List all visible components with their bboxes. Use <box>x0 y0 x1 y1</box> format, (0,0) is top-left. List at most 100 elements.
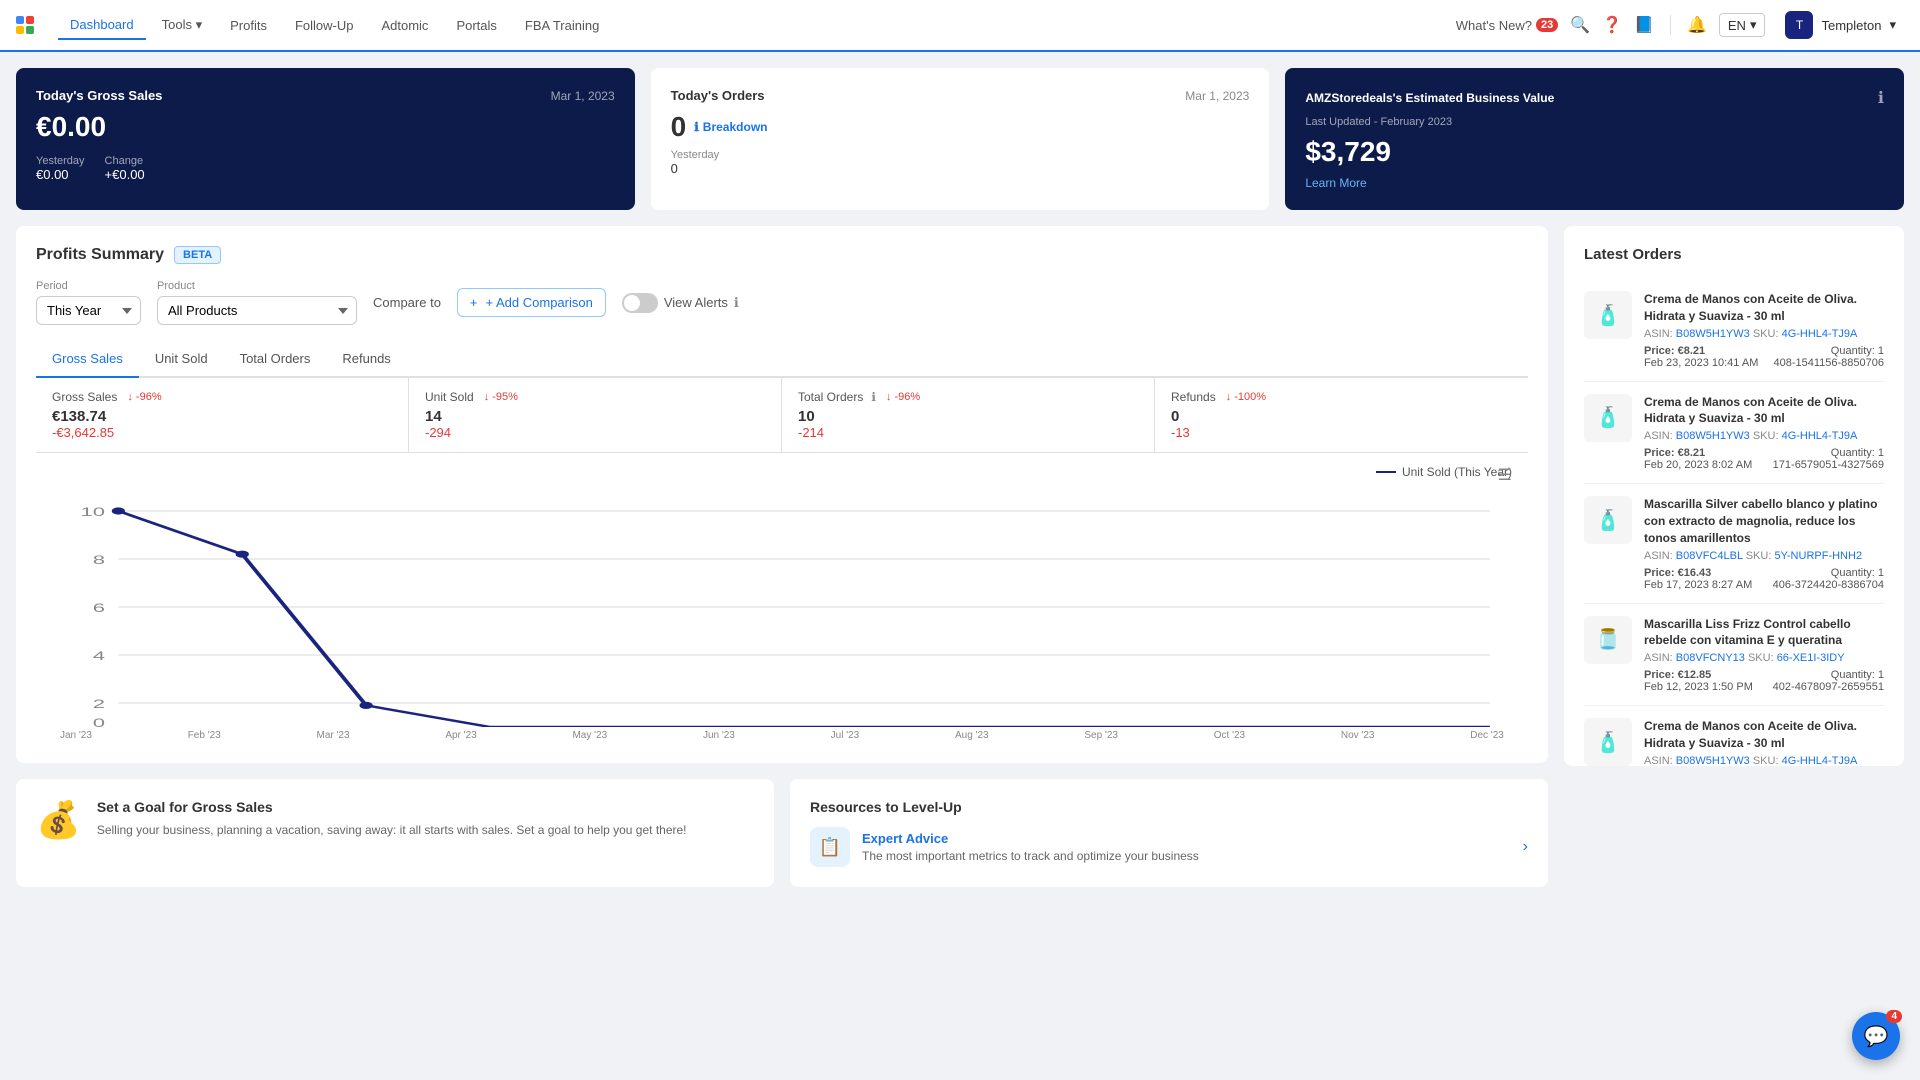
latest-orders-title: Latest Orders <box>1584 246 1884 263</box>
gross-sales-date: Mar 1, 2023 <box>551 89 615 103</box>
metrics-tabs: Gross Sales Unit Sold Total Orders Refun… <box>36 341 1528 378</box>
app-logo[interactable] <box>16 16 34 34</box>
goal-icon: 💰 <box>36 799 81 841</box>
asin-link-2[interactable]: B08W5H1YW3 <box>1676 430 1750 442</box>
top-navigation: Dashboard Tools ▾ Profits Follow-Up Adto… <box>0 0 1920 52</box>
top-cards-row: Today's Gross Sales Mar 1, 2023 €0.00 Ye… <box>16 68 1904 210</box>
asin-link-5[interactable]: B08W5H1YW3 <box>1676 755 1750 766</box>
facebook-icon[interactable]: 📘 <box>1634 15 1654 35</box>
view-alerts-info: ℹ <box>734 295 739 311</box>
lang-chevron: ▾ <box>1750 17 1757 33</box>
resource-name: Expert Advice <box>862 831 1199 846</box>
svg-text:0: 0 <box>93 716 105 727</box>
view-alerts-toggle-row: View Alerts ℹ <box>622 293 739 313</box>
order-id-1: 408-1541156-8850706 <box>1773 357 1884 369</box>
nav-dashboard[interactable]: Dashboard <box>58 11 146 40</box>
user-menu[interactable]: T Templeton ▾ <box>1777 7 1904 43</box>
product-label: Product <box>157 280 357 292</box>
order-item-3: 🧴 Mascarilla Silver cabello blanco y pla… <box>1584 484 1884 603</box>
help-icon[interactable]: ❓ <box>1602 15 1622 35</box>
profits-summary-card: Profits Summary BETA Period This Year Th… <box>16 226 1548 763</box>
gross-sales-title: Today's Gross Sales <box>36 88 162 103</box>
whats-new-badge: 23 <box>1536 18 1558 32</box>
tab-total-orders[interactable]: Total Orders <box>224 341 327 378</box>
sku-link-2[interactable]: 4G-HHL4-TJ9A <box>1782 430 1858 442</box>
view-alerts-label: View Alerts <box>664 295 728 310</box>
order-product-image-1: 🧴 <box>1584 291 1632 339</box>
gross-sales-yesterday: Yesterday €0.00 <box>36 155 85 182</box>
svg-text:4: 4 <box>93 649 105 662</box>
chart-container: Unit Sold (This Year) ☰ 10 8 6 4 2 <box>36 453 1528 743</box>
sku-link-5[interactable]: 4G-HHL4-TJ9A <box>1782 755 1858 766</box>
resource-expert-advice[interactable]: 📋 Expert Advice The most important metri… <box>810 827 1528 867</box>
resources-card: Resources to Level-Up 📋 Expert Advice Th… <box>790 779 1548 887</box>
resources-title: Resources to Level-Up <box>810 799 1528 815</box>
sku-link-1[interactable]: 4G-HHL4-TJ9A <box>1782 328 1858 340</box>
beta-badge: BETA <box>174 246 221 264</box>
filters-row: Period This Year This Month Last Year Pr… <box>36 280 1528 325</box>
order-product-image-2: 🧴 <box>1584 394 1632 442</box>
nav-portals[interactable]: Portals <box>444 12 508 39</box>
search-icon[interactable]: 🔍 <box>1570 15 1590 35</box>
nav-followup[interactable]: Follow-Up <box>283 12 366 39</box>
svg-text:10: 10 <box>81 505 106 518</box>
biz-subtitle: Last Updated - February 2023 <box>1305 116 1884 128</box>
resource-arrow-icon: › <box>1523 838 1528 856</box>
order-item-1: 🧴 Crema de Manos con Aceite de Oliva. Hi… <box>1584 279 1884 382</box>
biz-amount: $3,729 <box>1305 136 1884 168</box>
order-item-2: 🧴 Crema de Manos con Aceite de Oliva. Hi… <box>1584 382 1884 485</box>
orders-count-row: 0 ℹ Breakdown <box>671 111 1250 143</box>
nav-fba[interactable]: FBA Training <box>513 12 611 39</box>
period-select[interactable]: This Year This Month Last Year <box>36 296 141 325</box>
asin-link-1[interactable]: B08W5H1YW3 <box>1676 328 1750 340</box>
view-alerts-toggle[interactable] <box>622 293 658 313</box>
asin-link-4[interactable]: B08VFCNY13 <box>1676 652 1745 664</box>
period-label: Period <box>36 280 141 292</box>
chart-menu-icon[interactable]: ☰ <box>1498 465 1512 485</box>
left-column: Profits Summary BETA Period This Year Th… <box>16 226 1548 887</box>
nav-adtomic[interactable]: Adtomic <box>369 12 440 39</box>
order-item-5: 🧴 Crema de Manos con Aceite de Oliva. Hi… <box>1584 706 1884 766</box>
order-price-2: Price: €8.21 <box>1644 447 1705 459</box>
legend-label: Unit Sold (This Year) <box>1402 465 1512 479</box>
goal-card: 💰 Set a Goal for Gross Sales Selling you… <box>16 779 774 887</box>
add-comparison-button[interactable]: + + Add Comparison <box>457 288 606 317</box>
biz-info-icon[interactable]: ℹ <box>1878 88 1884 108</box>
order-details-2: Crema de Manos con Aceite de Oliva. Hidr… <box>1644 394 1884 472</box>
order-details-5: Crema de Manos con Aceite de Oliva. Hidr… <box>1644 718 1884 766</box>
asin-link-3[interactable]: B08VFC4LBL <box>1676 550 1743 562</box>
metric-total-orders: Total Orders ℹ ↓ -96% 10 -214 <box>782 378 1155 452</box>
orders-date: Mar 1, 2023 <box>1185 89 1249 103</box>
order-product-image-4: 🫙 <box>1584 616 1632 664</box>
tab-unit-sold[interactable]: Unit Sold <box>139 341 224 378</box>
tab-gross-sales[interactable]: Gross Sales <box>36 341 139 378</box>
svg-text:8: 8 <box>93 553 105 566</box>
chat-button[interactable]: 💬 4 <box>1852 1012 1900 1060</box>
product-select[interactable]: All Products <box>157 296 357 325</box>
order-id-2: 171-6579051-4327569 <box>1773 459 1884 471</box>
tab-refunds[interactable]: Refunds <box>326 341 406 378</box>
metric-refunds: Refunds ↓ -100% 0 -13 <box>1155 378 1528 452</box>
nav-tools[interactable]: Tools ▾ <box>150 11 215 39</box>
order-date-1: Feb 23, 2023 10:41 AM <box>1644 357 1758 369</box>
chart-x-axis: Jan '23 Feb '23 Mar '23 Apr '23 May '23 … <box>52 730 1512 741</box>
order-price-3: Price: €16.43 <box>1644 567 1711 579</box>
profits-summary-title: Profits Summary <box>36 246 164 264</box>
whats-new-button[interactable]: What's New? 23 <box>1456 18 1558 33</box>
language-selector[interactable]: EN ▾ <box>1719 13 1766 37</box>
order-item-4: 🫙 Mascarilla Liss Frizz Control cabello … <box>1584 604 1884 707</box>
metrics-values-row: Gross Sales ↓ -96% €138.74 -€3,642.85 Un… <box>36 378 1528 453</box>
learn-more-link[interactable]: Learn More <box>1305 176 1884 190</box>
bell-icon[interactable]: 🔔 <box>1687 15 1707 35</box>
svg-text:2: 2 <box>93 697 105 710</box>
order-price-4: Price: €12.85 <box>1644 669 1711 681</box>
nav-divider <box>1670 15 1671 35</box>
period-filter: Period This Year This Month Last Year <box>36 280 141 325</box>
breakdown-link[interactable]: ℹ Breakdown <box>694 120 767 134</box>
sku-link-3[interactable]: 5Y-NURPF-HNH2 <box>1774 550 1862 562</box>
sku-link-4[interactable]: 66-XE1I-3IDY <box>1777 652 1845 664</box>
plus-icon: + <box>470 295 478 310</box>
total-orders-info: ℹ <box>871 390 876 404</box>
svg-text:6: 6 <box>93 601 105 614</box>
nav-profits[interactable]: Profits <box>218 12 279 39</box>
